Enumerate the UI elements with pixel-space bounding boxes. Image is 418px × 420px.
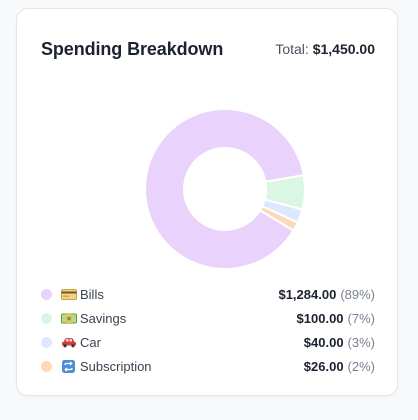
legend-amount: $40.00 — [303, 334, 344, 350]
legend-color-dot — [41, 336, 52, 348]
money-icon — [60, 312, 77, 325]
legend-color-dot — [41, 312, 52, 324]
legend-item: Bills $1,284.00 (89%) — [41, 282, 375, 306]
legend-item: Car $40.00 (3%) — [41, 330, 375, 354]
legend-amount: $1,284.00 — [278, 286, 337, 302]
donut-chart — [17, 79, 399, 279]
legend-label: Savings — [80, 310, 127, 326]
legend-amount: $26.00 — [303, 358, 344, 374]
legend-label: Subscription — [80, 358, 152, 374]
legend-percent: (3%) — [347, 334, 375, 350]
card-title: Spending Breakdown — [41, 38, 224, 59]
legend-label: Bills — [80, 286, 104, 302]
donut-chart-svg — [144, 108, 306, 270]
legend-color-dot — [41, 360, 52, 372]
legend-percent: (2%) — [347, 358, 375, 374]
legend-item: Savings $100.00 (7%) — [41, 306, 375, 330]
legend-item: Subscription $26.00 (2%) — [41, 354, 375, 378]
total-value: $1,450.00 — [312, 41, 375, 57]
legend: Bills $1,284.00 (89%) Savings $100.00 (7… — [41, 282, 375, 378]
legend-label: Car — [80, 334, 101, 350]
legend-amount: $100.00 — [296, 310, 344, 326]
legend-percent: (7%) — [347, 310, 375, 326]
total-summary: Total: $1,450.00 — [275, 41, 375, 57]
total-label: Total: — [275, 41, 309, 57]
legend-color-dot — [41, 288, 52, 300]
repeat-icon — [60, 359, 77, 373]
car-icon — [60, 336, 77, 349]
legend-percent: (89%) — [340, 286, 375, 302]
card-header: Spending Breakdown Total: $1,450.00 — [41, 37, 375, 61]
credit-card-icon — [60, 288, 77, 301]
spending-breakdown-card: Spending Breakdown Total: $1,450.00 Bill… — [16, 8, 398, 396]
